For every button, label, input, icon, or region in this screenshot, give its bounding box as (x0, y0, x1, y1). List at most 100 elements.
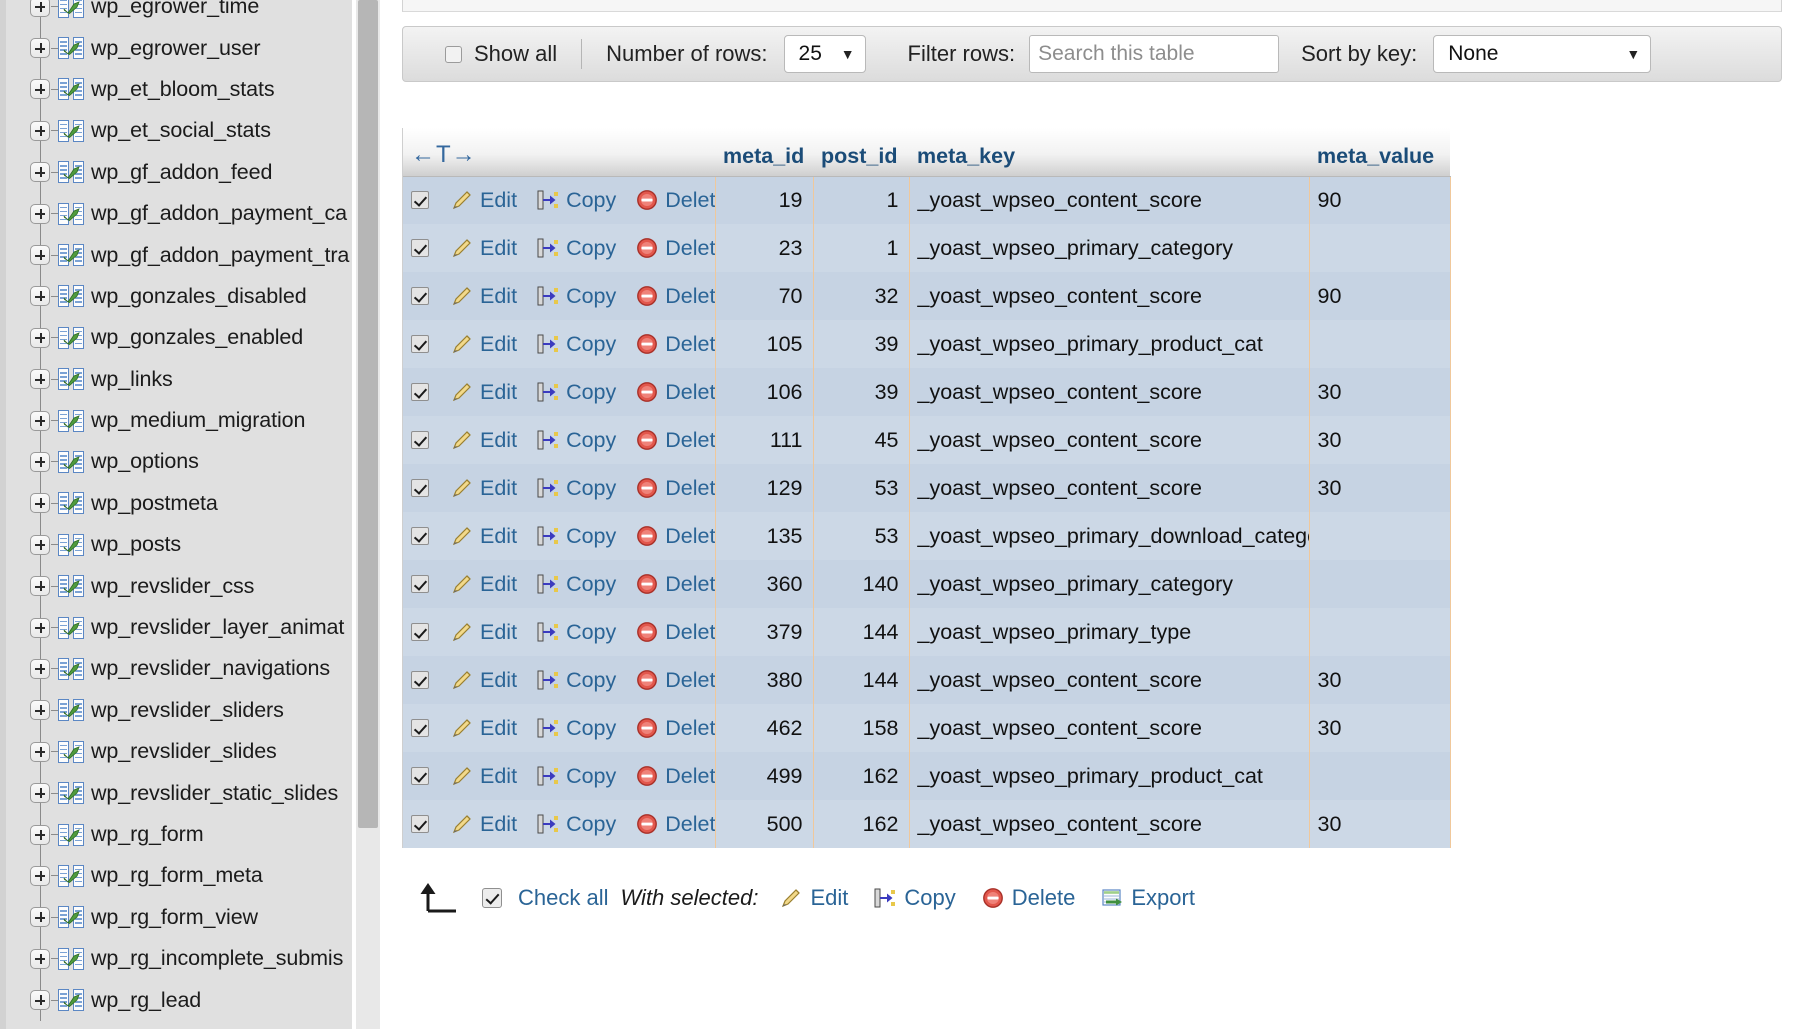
bulk-copy-button[interactable]: Copy (874, 885, 955, 911)
sidebar-table-item[interactable]: wp_postmeta (18, 483, 380, 524)
table-row[interactable]: EditCopyDelete379144_yoast_wpseo_primary… (403, 608, 1450, 656)
plus-icon[interactable] (30, 0, 50, 17)
table-row[interactable]: EditCopyDelete13553_yoast_wpseo_primary_… (403, 512, 1450, 560)
row-select-checkbox[interactable] (411, 767, 429, 785)
row-edit-button[interactable]: Edit (451, 188, 517, 213)
row-edit-button[interactable]: Edit (451, 380, 517, 405)
row-edit-button[interactable]: Edit (451, 716, 517, 741)
sidebar-table-item[interactable]: wp_gonzales_disabled (18, 276, 380, 317)
plus-icon[interactable] (30, 121, 50, 141)
move-columns-icon[interactable]: ←T→ (411, 141, 477, 168)
column-header-meta-id[interactable]: meta_id (715, 128, 813, 176)
row-delete-button[interactable]: Delete (636, 476, 715, 501)
row-select-checkbox[interactable] (411, 287, 429, 305)
sidebar-table-item[interactable]: wp_rg_lead (18, 979, 380, 1020)
plus-icon[interactable] (30, 907, 50, 927)
row-delete-button[interactable]: Delete (636, 236, 715, 261)
row-copy-button[interactable]: Copy (537, 188, 616, 213)
plus-icon[interactable] (30, 618, 50, 638)
sidebar-table-item[interactable]: wp_et_social_stats (18, 110, 380, 151)
number-of-rows-select[interactable]: 25 ▼ (784, 35, 866, 73)
sidebar-table-item[interactable]: wp_rg_form_meta (18, 855, 380, 896)
row-copy-button[interactable]: Copy (537, 380, 616, 405)
table-row[interactable]: EditCopyDelete7032_yoast_wpseo_content_s… (403, 272, 1450, 320)
plus-icon[interactable] (30, 742, 50, 762)
row-select-checkbox[interactable] (411, 239, 429, 257)
show-all-checkbox[interactable] (445, 46, 462, 63)
plus-icon[interactable] (30, 659, 50, 679)
sidebar-table-item[interactable]: wp_egrower_time (18, 0, 380, 27)
row-select-checkbox[interactable] (411, 671, 429, 689)
sidebar-scrollbar[interactable] (356, 0, 380, 1029)
plus-icon[interactable] (30, 535, 50, 555)
row-copy-button[interactable]: Copy (537, 620, 616, 645)
row-select-checkbox[interactable] (411, 719, 429, 737)
sidebar-table-item[interactable]: wp_links (18, 359, 380, 400)
table-row[interactable]: EditCopyDelete462158_yoast_wpseo_content… (403, 704, 1450, 752)
row-select-checkbox[interactable] (411, 431, 429, 449)
table-row[interactable]: EditCopyDelete11145_yoast_wpseo_content_… (403, 416, 1450, 464)
plus-icon[interactable] (30, 162, 50, 182)
plus-icon[interactable] (30, 700, 50, 720)
row-copy-button[interactable]: Copy (537, 716, 616, 741)
sidebar-table-item[interactable]: wp_revslider_css (18, 565, 380, 606)
table-row[interactable]: EditCopyDelete500162_yoast_wpseo_content… (403, 800, 1450, 848)
sort-by-key-select[interactable]: None ▼ (1433, 35, 1651, 73)
row-copy-button[interactable]: Copy (537, 332, 616, 357)
plus-icon[interactable] (30, 949, 50, 969)
row-copy-button[interactable]: Copy (537, 284, 616, 309)
sidebar-scrollbar-thumb[interactable] (358, 0, 378, 828)
plus-icon[interactable] (30, 576, 50, 596)
sidebar-table-item[interactable]: wp_rg_form (18, 814, 380, 855)
row-delete-button[interactable]: Delete (636, 524, 715, 549)
sidebar-table-item[interactable]: wp_rg_form_view (18, 897, 380, 938)
row-edit-button[interactable]: Edit (451, 620, 517, 645)
sidebar-table-item[interactable]: wp_revslider_static_slides (18, 772, 380, 813)
column-header-post-id[interactable]: post_id (813, 128, 909, 176)
plus-icon[interactable] (30, 825, 50, 845)
plus-icon[interactable] (30, 204, 50, 224)
table-row[interactable]: EditCopyDelete12953_yoast_wpseo_content_… (403, 464, 1450, 512)
row-copy-button[interactable]: Copy (537, 668, 616, 693)
row-copy-button[interactable]: Copy (537, 812, 616, 837)
row-edit-button[interactable]: Edit (451, 476, 517, 501)
sidebar-table-item[interactable]: wp_medium_migration (18, 400, 380, 441)
plus-icon[interactable] (30, 245, 50, 265)
row-edit-button[interactable]: Edit (451, 812, 517, 837)
up-arrow-icon[interactable] (416, 881, 460, 915)
row-edit-button[interactable]: Edit (451, 668, 517, 693)
row-delete-button[interactable]: Delete (636, 188, 715, 213)
bulk-export-button[interactable]: Export (1101, 885, 1195, 911)
plus-icon[interactable] (30, 328, 50, 348)
row-edit-button[interactable]: Edit (451, 284, 517, 309)
row-copy-button[interactable]: Copy (537, 524, 616, 549)
plus-icon[interactable] (30, 493, 50, 513)
filter-rows-input[interactable] (1029, 35, 1279, 73)
plus-icon[interactable] (30, 369, 50, 389)
row-delete-button[interactable]: Delete (636, 620, 715, 645)
sidebar-table-item[interactable]: wp_revslider_navigations (18, 648, 380, 689)
plus-icon[interactable] (30, 783, 50, 803)
row-delete-button[interactable]: Delete (636, 812, 715, 837)
bulk-edit-button[interactable]: Edit (780, 885, 848, 911)
row-edit-button[interactable]: Edit (451, 236, 517, 261)
column-header-meta-key[interactable]: meta_key (909, 128, 1309, 176)
row-edit-button[interactable]: Edit (451, 572, 517, 597)
sidebar-table-item[interactable]: wp_gonzales_enabled (18, 317, 380, 358)
sidebar-table-item[interactable]: wp_revslider_slides (18, 731, 380, 772)
table-row[interactable]: EditCopyDelete10539_yoast_wpseo_primary_… (403, 320, 1450, 368)
plus-icon[interactable] (30, 411, 50, 431)
sidebar-table-item[interactable]: wp_et_bloom_stats (18, 69, 380, 110)
row-delete-button[interactable]: Delete (636, 284, 715, 309)
bulk-delete-button[interactable]: Delete (982, 885, 1076, 911)
row-delete-button[interactable]: Delete (636, 380, 715, 405)
row-delete-button[interactable]: Delete (636, 668, 715, 693)
sidebar-table-item[interactable]: wp_gf_addon_payment_ca (18, 193, 380, 234)
row-select-checkbox[interactable] (411, 383, 429, 401)
row-copy-button[interactable]: Copy (537, 572, 616, 597)
table-row[interactable]: EditCopyDelete231_yoast_wpseo_primary_ca… (403, 224, 1450, 272)
row-delete-button[interactable]: Delete (636, 716, 715, 741)
plus-icon[interactable] (30, 79, 50, 99)
row-delete-button[interactable]: Delete (636, 764, 715, 789)
plus-icon[interactable] (30, 990, 50, 1010)
